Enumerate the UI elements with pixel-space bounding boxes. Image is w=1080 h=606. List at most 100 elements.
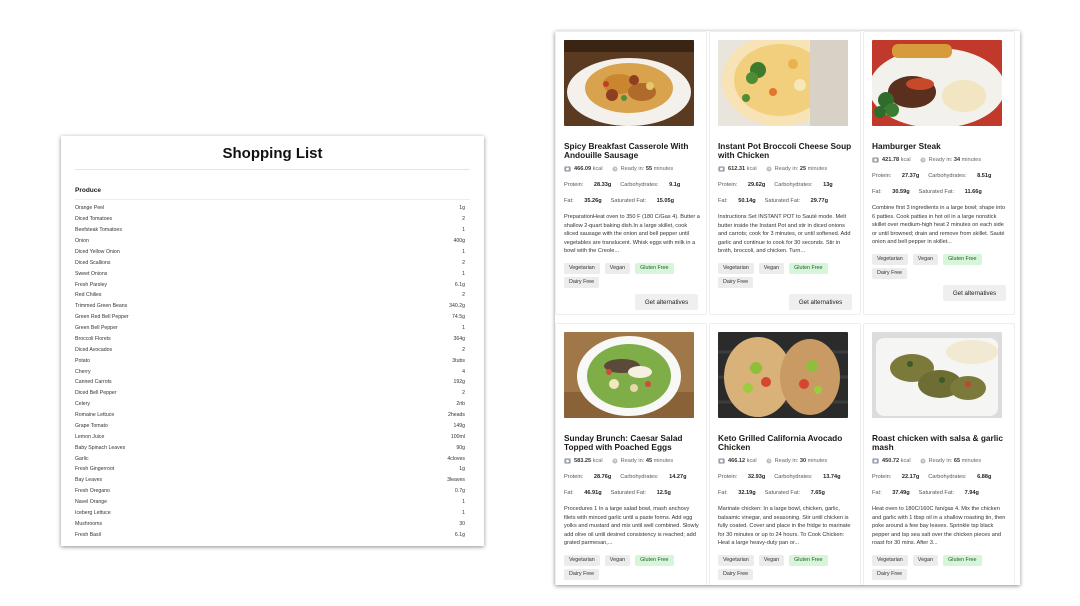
item-name: Diced Yellow Onion — [75, 248, 120, 255]
shopping-list-item: Diced Scallions 2 — [75, 257, 465, 268]
macro-row-1: Protein: 29.62g Carbohydrates: 13g — [718, 182, 858, 188]
clock-icon — [920, 157, 926, 163]
diet-tag: Vegetarian — [718, 555, 754, 566]
shopping-list-item: Beefsteak Tomatoes 1 — [75, 225, 465, 236]
recipe-grid-panel: Spicy Breakfast Casserole With Andouille… — [555, 31, 1020, 585]
get-alternatives-button[interactable]: Get alternatives — [789, 294, 852, 310]
diet-tag: Dairy Free — [564, 569, 600, 580]
item-quantity: 4 — [462, 368, 465, 375]
item-name: Sweet Onions — [75, 270, 108, 277]
sat-fat-label: Saturated Fat: 11.66g — [918, 189, 982, 195]
shopping-list-item: Trimmed Green Beans 340.2g — [75, 301, 465, 312]
item-name: Diced Tomatoes — [75, 216, 113, 223]
protein-label: Protein: 22.17g — [872, 474, 920, 480]
recipe-description: PreparationHeat oven to 350 F (180 C/Gas… — [564, 214, 700, 255]
minutes-unit: minutes — [653, 458, 674, 464]
recipe-image[interactable] — [872, 40, 1002, 126]
recipe-image[interactable] — [718, 332, 848, 418]
calories-unit: kcal — [746, 166, 757, 172]
item-name: Red Chilies — [75, 292, 102, 299]
recipe-card[interactable]: Sunday Brunch: Caesar Salad Topped with … — [555, 323, 707, 585]
recipe-title[interactable]: Sunday Brunch: Caesar Salad Topped with … — [564, 434, 704, 452]
shopping-list-item: Green Red Bell Pepper 74.5g — [75, 312, 465, 323]
item-quantity: 6.1g — [454, 281, 465, 288]
clock-icon — [766, 166, 772, 172]
item-quantity: 1 — [462, 509, 465, 516]
item-quantity: 2 — [462, 259, 465, 266]
ready-in-label: Ready in: — [620, 458, 645, 464]
get-alternatives-button[interactable]: Get alternatives — [635, 294, 698, 310]
shopping-list-item: Lemon Juice 100ml — [75, 431, 465, 442]
diet-tags: Vegetarian Vegan Gluten Free Dairy Free — [872, 555, 1012, 580]
item-name: Cherry — [75, 368, 91, 375]
recipe-image[interactable] — [718, 40, 848, 126]
recipe-image[interactable] — [564, 40, 694, 126]
shopping-list-item: Sweet Onions 1 — [75, 268, 465, 279]
calories-value: 466.12 — [728, 458, 746, 464]
sat-fat-label: Saturated Fat: 7.94g — [918, 490, 979, 496]
recipe-card[interactable]: Spicy Breakfast Casserole With Andouille… — [555, 31, 707, 315]
recipe-title[interactable]: Instant Pot Broccoli Cheese Soup with Ch… — [718, 142, 858, 160]
item-quantity: 192g — [453, 379, 465, 386]
carbs-value: 14.27g — [669, 474, 687, 480]
item-quantity: 1 — [462, 248, 465, 255]
minutes-unit: minutes — [807, 166, 828, 172]
recipe-image[interactable] — [872, 332, 1002, 418]
recipe-card[interactable]: Hamburger Steak 421.78 kcal Ready in: 34 m… — [863, 31, 1015, 315]
diet-tags: Vegetarian Vegan Gluten Free Dairy Free — [718, 263, 858, 288]
shopping-list-item: Canned Carrots 192g — [75, 377, 465, 388]
item-name: Orange Peel — [75, 205, 105, 212]
protein-value: 32.93g — [747, 474, 766, 480]
recipe-card[interactable]: Keto Grilled California Avocado Chicken 4… — [709, 323, 861, 585]
shopping-list-item: Navel Orange 1 — [75, 497, 465, 508]
diet-tag: Vegan — [758, 263, 785, 274]
carbs-label: Carbohydrates: 9.1g — [620, 182, 681, 188]
carbs-value: 13.74g — [823, 474, 841, 480]
calories-unit: kcal — [746, 458, 757, 464]
carbs-value: 13g — [823, 182, 833, 188]
recipe-card[interactable]: Instant Pot Broccoli Cheese Soup with Ch… — [709, 31, 861, 315]
macro-row-1: Protein: 28.33g Carbohydrates: 9.1g — [564, 182, 704, 188]
item-quantity: 0.7g — [454, 488, 465, 495]
item-name: Fresh Basil — [75, 531, 101, 538]
item-name: Bay Leaves — [75, 477, 103, 484]
diet-tags: Vegetarian Vegan Gluten Free Dairy Free — [872, 254, 1012, 279]
shopping-list-item: Cherry 4 — [75, 366, 465, 377]
recipe-title[interactable]: Spicy Breakfast Casserole With Andouille… — [564, 142, 704, 160]
sat-fat-label: Saturated Fat: 15.05g — [610, 198, 675, 204]
calories-icon — [872, 458, 879, 464]
fat-label: Fat: 35.26g — [564, 198, 602, 204]
item-quantity: 74.5g — [452, 314, 465, 321]
item-quantity: 6.1g — [454, 531, 465, 538]
item-quantity: 1g — [459, 466, 465, 473]
carbs-label: Carbohydrates: 6.88g — [928, 474, 992, 480]
recipe-title[interactable]: Keto Grilled California Avocado Chicken — [718, 434, 858, 452]
protein-label: Protein: 28.76g — [564, 474, 612, 480]
item-name: Grape Tomato — [75, 422, 108, 429]
recipe-image[interactable] — [564, 332, 694, 418]
calories-value: 583.25 — [574, 458, 592, 464]
sat-fat-label: Saturated Fat: 29.77g — [764, 198, 829, 204]
calories-icon — [564, 458, 571, 464]
shopping-list-item: Broccoli Florets 364g — [75, 334, 465, 345]
get-alternatives-button[interactable]: Get alternatives — [943, 285, 1006, 301]
calories-value: 612.31 — [728, 166, 746, 172]
recipe-title[interactable]: Roast chicken with salsa & garlic mash — [872, 434, 1012, 452]
sat-fat-value: 7.94g — [964, 490, 979, 496]
diet-tag: Vegetarian — [872, 555, 908, 566]
shopping-list-item: Diced Yellow Onion 1 — [75, 247, 465, 258]
diet-tag: Dairy Free — [872, 268, 908, 279]
shopping-list-item: Garlic 4cloves — [75, 453, 465, 464]
recipe-card[interactable]: Roast chicken with salsa & garlic mash 45… — [863, 323, 1015, 585]
ready-in-label: Ready in: — [928, 157, 953, 163]
recipe-title[interactable]: Hamburger Steak — [872, 142, 1012, 151]
recipe-description: Procedures 1 In a large salad bowl, mash… — [564, 506, 699, 547]
calories-value: 421.78 — [882, 157, 900, 163]
protein-value: 28.76g — [593, 474, 612, 480]
fat-label: Fat: 37.49g — [872, 490, 910, 496]
protein-value: 29.62g — [747, 182, 766, 188]
protein-label: Protein: 29.62g — [718, 182, 766, 188]
diet-tags: Vegetarian Vegan Gluten Free Dairy Free — [564, 263, 704, 288]
title-divider — [75, 169, 470, 170]
fat-label: Fat: 46.91g — [564, 490, 602, 496]
